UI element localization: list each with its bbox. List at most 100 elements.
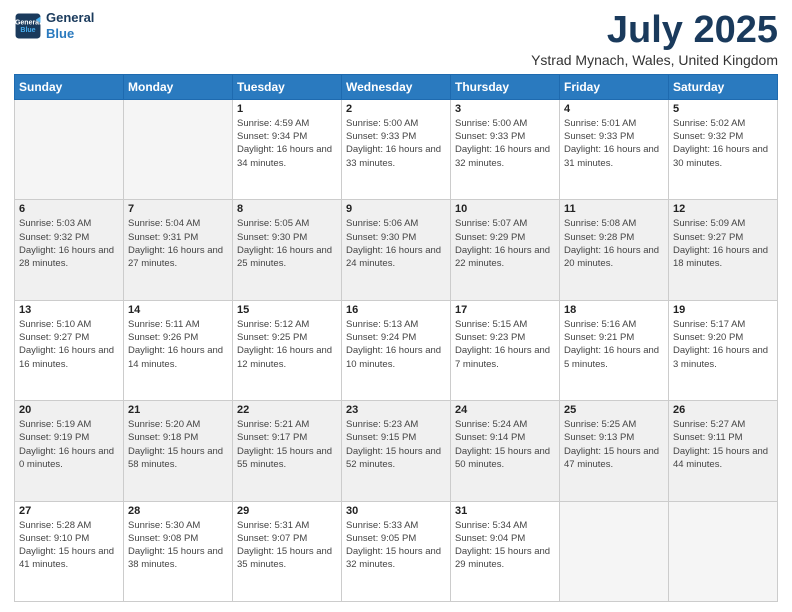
sunset-text: Sunset: 9:07 PM — [237, 532, 337, 545]
sunset-text: Sunset: 9:23 PM — [455, 331, 555, 344]
table-row: 27Sunrise: 5:28 AMSunset: 9:10 PMDayligh… — [15, 501, 124, 601]
day-number: 20 — [19, 404, 119, 416]
sunset-text: Sunset: 9:14 PM — [455, 431, 555, 444]
day-number: 24 — [455, 404, 555, 416]
sunrise-text: Sunrise: 5:19 AM — [19, 418, 119, 431]
day-number: 26 — [673, 404, 773, 416]
table-row: 26Sunrise: 5:27 AMSunset: 9:11 PMDayligh… — [669, 401, 778, 501]
daylight-text: Daylight: 16 hours and 20 minutes. — [564, 244, 664, 271]
day-number: 15 — [237, 304, 337, 316]
table-row: 14Sunrise: 5:11 AMSunset: 9:26 PMDayligh… — [124, 300, 233, 400]
day-number: 27 — [19, 505, 119, 517]
logo: General Blue General Blue — [14, 10, 94, 41]
daylight-text: Daylight: 16 hours and 27 minutes. — [128, 244, 228, 271]
logo-icon: General Blue — [14, 12, 42, 40]
sunrise-text: Sunrise: 5:27 AM — [673, 418, 773, 431]
sunrise-text: Sunrise: 5:15 AM — [455, 318, 555, 331]
table-row: 21Sunrise: 5:20 AMSunset: 9:18 PMDayligh… — [124, 401, 233, 501]
table-row: 28Sunrise: 5:30 AMSunset: 9:08 PMDayligh… — [124, 501, 233, 601]
sunrise-text: Sunrise: 4:59 AM — [237, 117, 337, 130]
day-number: 30 — [346, 505, 446, 517]
day-number: 28 — [128, 505, 228, 517]
logo-text: General Blue — [46, 10, 94, 41]
sunset-text: Sunset: 9:27 PM — [19, 331, 119, 344]
calendar-week-row: 20Sunrise: 5:19 AMSunset: 9:19 PMDayligh… — [15, 401, 778, 501]
daylight-text: Daylight: 15 hours and 47 minutes. — [564, 445, 664, 472]
day-number: 8 — [237, 203, 337, 215]
sunrise-text: Sunrise: 5:16 AM — [564, 318, 664, 331]
sunrise-text: Sunrise: 5:17 AM — [673, 318, 773, 331]
month-title: July 2025 — [531, 10, 778, 52]
daylight-text: Daylight: 15 hours and 50 minutes. — [455, 445, 555, 472]
table-row: 3Sunrise: 5:00 AMSunset: 9:33 PMDaylight… — [451, 99, 560, 199]
day-number: 1 — [237, 103, 337, 115]
table-row — [669, 501, 778, 601]
sunrise-text: Sunrise: 5:04 AM — [128, 217, 228, 230]
sunrise-text: Sunrise: 5:34 AM — [455, 519, 555, 532]
table-row: 12Sunrise: 5:09 AMSunset: 9:27 PMDayligh… — [669, 200, 778, 300]
daylight-text: Daylight: 15 hours and 29 minutes. — [455, 545, 555, 572]
table-row: 7Sunrise: 5:04 AMSunset: 9:31 PMDaylight… — [124, 200, 233, 300]
daylight-text: Daylight: 16 hours and 5 minutes. — [564, 344, 664, 371]
sunrise-text: Sunrise: 5:02 AM — [673, 117, 773, 130]
sunrise-text: Sunrise: 5:25 AM — [564, 418, 664, 431]
sunrise-text: Sunrise: 5:03 AM — [19, 217, 119, 230]
header: General Blue General Blue July 2025 Ystr… — [14, 10, 778, 68]
day-number: 14 — [128, 304, 228, 316]
daylight-text: Daylight: 16 hours and 12 minutes. — [237, 344, 337, 371]
day-number: 5 — [673, 103, 773, 115]
daylight-text: Daylight: 16 hours and 33 minutes. — [346, 143, 446, 170]
col-wednesday: Wednesday — [342, 74, 451, 99]
table-row — [560, 501, 669, 601]
col-thursday: Thursday — [451, 74, 560, 99]
sunset-text: Sunset: 9:30 PM — [237, 231, 337, 244]
day-number: 23 — [346, 404, 446, 416]
daylight-text: Daylight: 16 hours and 0 minutes. — [19, 445, 119, 472]
table-row: 18Sunrise: 5:16 AMSunset: 9:21 PMDayligh… — [560, 300, 669, 400]
sunrise-text: Sunrise: 5:21 AM — [237, 418, 337, 431]
table-row: 25Sunrise: 5:25 AMSunset: 9:13 PMDayligh… — [560, 401, 669, 501]
daylight-text: Daylight: 16 hours and 10 minutes. — [346, 344, 446, 371]
table-row: 5Sunrise: 5:02 AMSunset: 9:32 PMDaylight… — [669, 99, 778, 199]
sunset-text: Sunset: 9:33 PM — [564, 130, 664, 143]
col-monday: Monday — [124, 74, 233, 99]
sunset-text: Sunset: 9:33 PM — [455, 130, 555, 143]
table-row: 1Sunrise: 4:59 AMSunset: 9:34 PMDaylight… — [233, 99, 342, 199]
col-friday: Friday — [560, 74, 669, 99]
sunrise-text: Sunrise: 5:24 AM — [455, 418, 555, 431]
calendar-week-row: 1 Sunrise: 4:59 AMSunset: 9:34 PM Daylight… — [15, 99, 778, 199]
day-number: 17 — [455, 304, 555, 316]
sunset-text: Sunset: 9:11 PM — [673, 431, 773, 444]
daylight-text: Daylight: 15 hours and 35 minutes. — [237, 545, 337, 572]
table-row: 17Sunrise: 5:15 AMSunset: 9:23 PMDayligh… — [451, 300, 560, 400]
daylight-text: Daylight: 16 hours and 22 minutes. — [455, 244, 555, 271]
sunset-text: Sunset: 9:20 PM — [673, 331, 773, 344]
day-number: 22 — [237, 404, 337, 416]
table-row: 11Sunrise: 5:08 AMSunset: 9:28 PMDayligh… — [560, 200, 669, 300]
table-row: 20Sunrise: 5:19 AMSunset: 9:19 PMDayligh… — [15, 401, 124, 501]
table-row: 10Sunrise: 5:07 AMSunset: 9:29 PMDayligh… — [451, 200, 560, 300]
day-number: 31 — [455, 505, 555, 517]
daylight-text: Daylight: 16 hours and 14 minutes. — [128, 344, 228, 371]
title-block: July 2025 Ystrad Mynach, Wales, United K… — [531, 10, 778, 68]
calendar-header-row: Sunday Monday Tuesday Wednesday Thursday… — [15, 74, 778, 99]
sunset-text: Sunset: 9:27 PM — [673, 231, 773, 244]
sunrise-text: Sunrise: 5:00 AM — [455, 117, 555, 130]
sunrise-text: Sunrise: 5:09 AM — [673, 217, 773, 230]
table-row — [124, 99, 233, 199]
daylight-text: Daylight: 15 hours and 32 minutes. — [346, 545, 446, 572]
sunset-text: Sunset: 9:32 PM — [673, 130, 773, 143]
daylight-text: Daylight: 16 hours and 32 minutes. — [455, 143, 555, 170]
sunset-text: Sunset: 9:30 PM — [346, 231, 446, 244]
sunrise-text: Sunrise: 5:33 AM — [346, 519, 446, 532]
col-sunday: Sunday — [15, 74, 124, 99]
daylight-text: Daylight: 15 hours and 58 minutes. — [128, 445, 228, 472]
sunset-text: Sunset: 9:33 PM — [346, 130, 446, 143]
daylight-text: Daylight: 16 hours and 18 minutes. — [673, 244, 773, 271]
sunrise-text: Sunrise: 5:13 AM — [346, 318, 446, 331]
sunset-text: Sunset: 9:10 PM — [19, 532, 119, 545]
sunrise-text: Sunrise: 5:30 AM — [128, 519, 228, 532]
sunset-text: Sunset: 9:15 PM — [346, 431, 446, 444]
col-tuesday: Tuesday — [233, 74, 342, 99]
sunset-text: Sunset: 9:34 PM — [237, 130, 337, 143]
